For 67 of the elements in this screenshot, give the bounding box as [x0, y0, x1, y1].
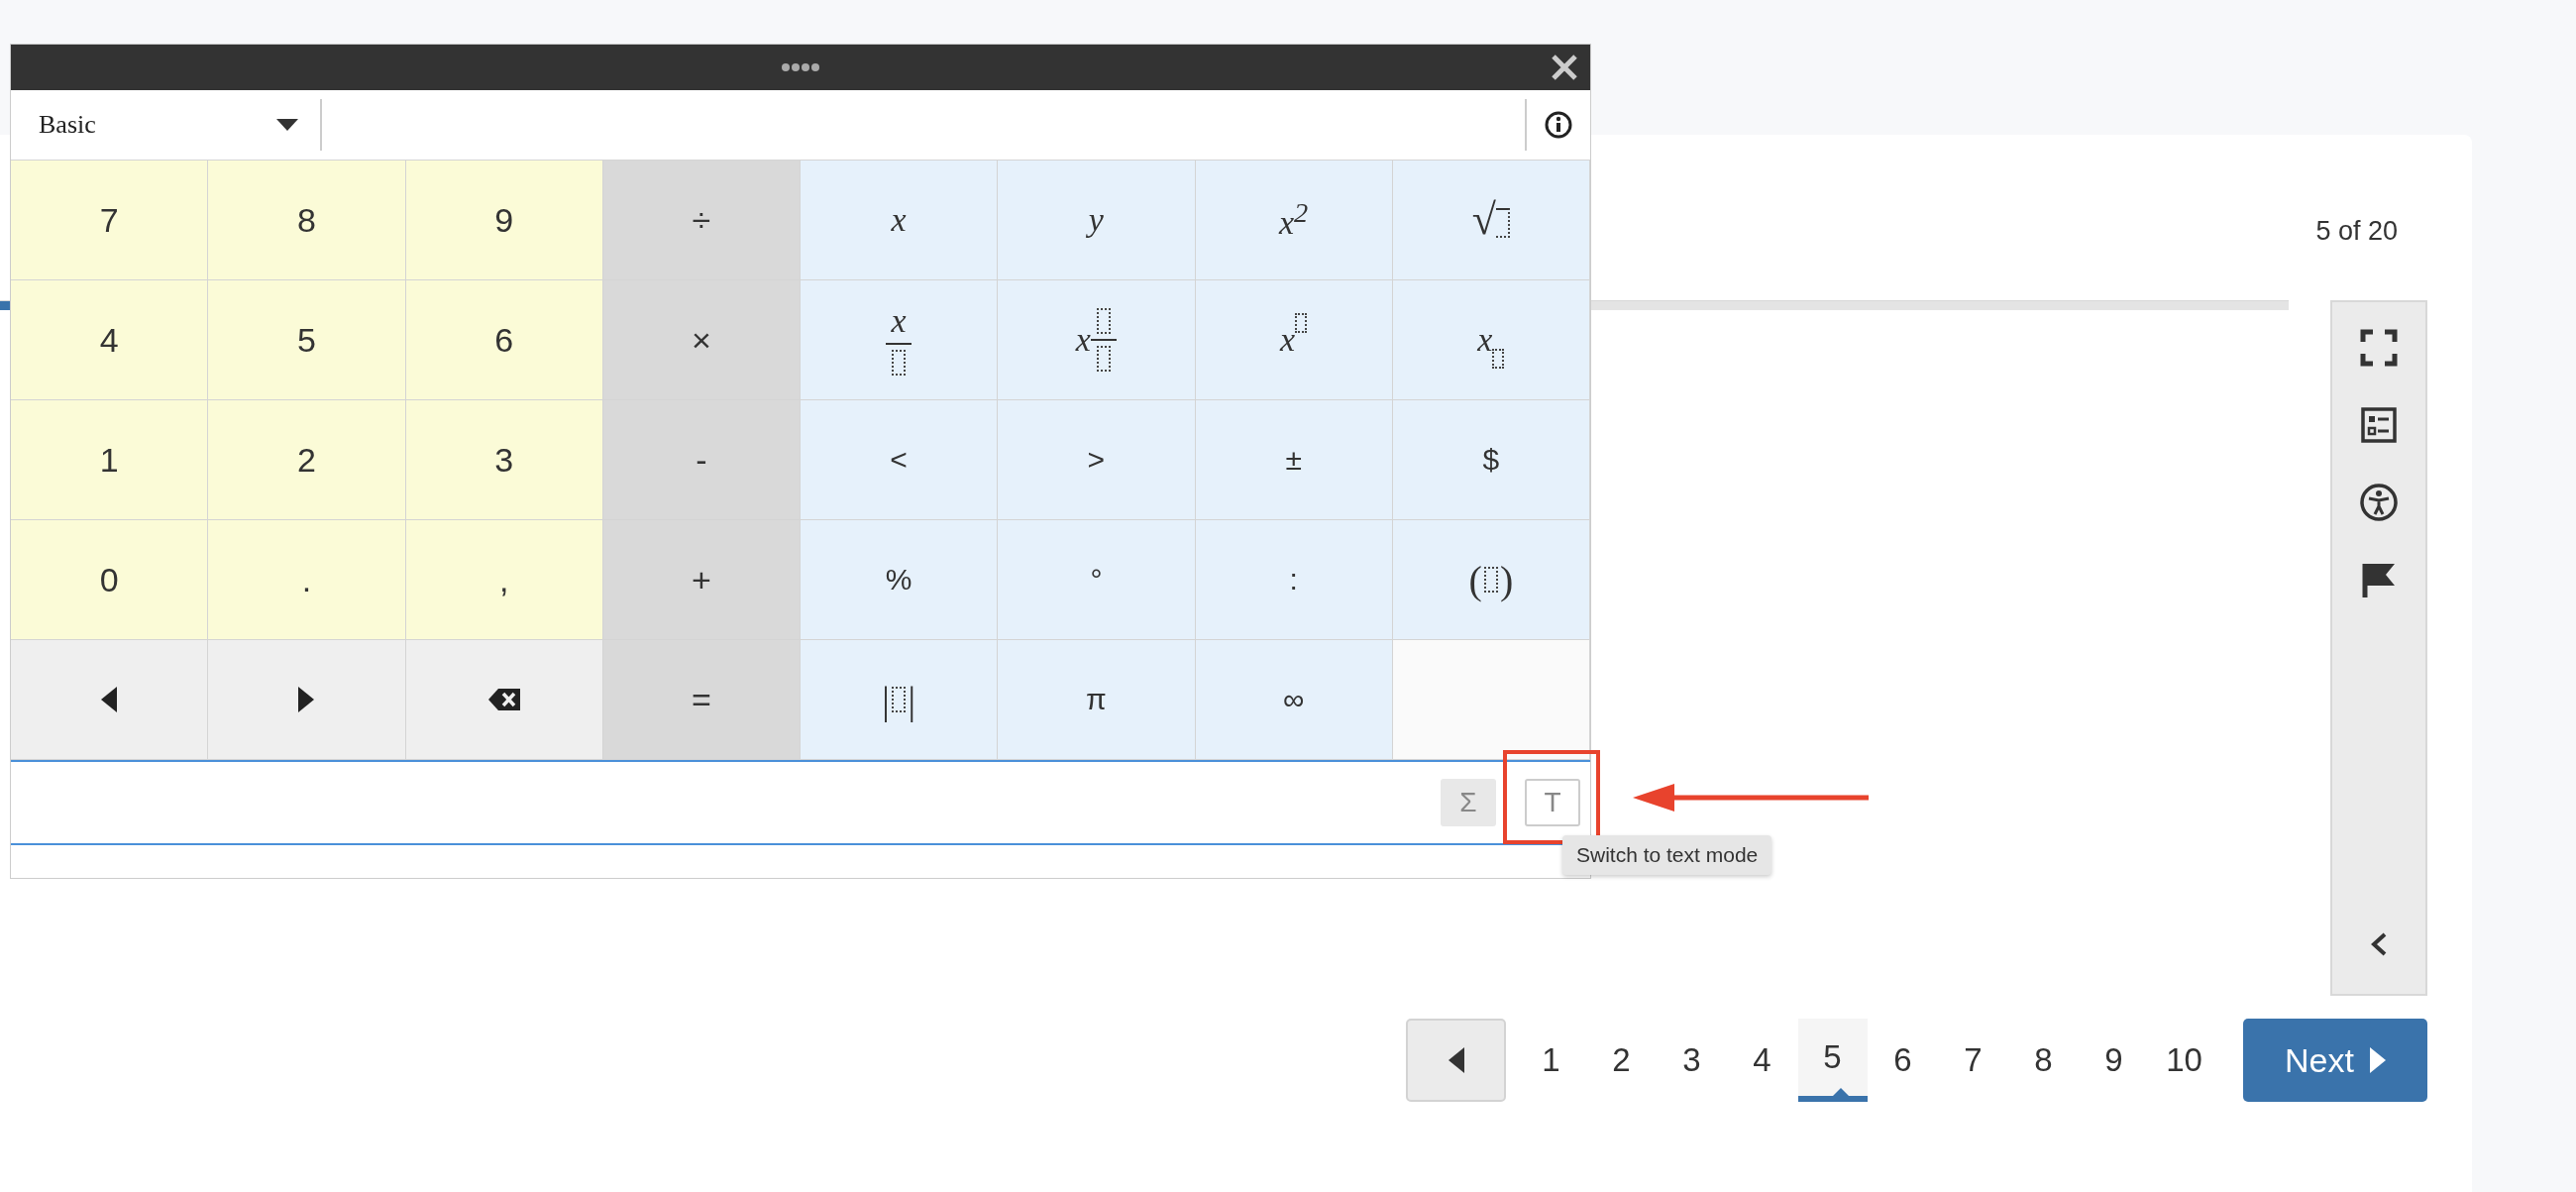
- page-link[interactable]: 4: [1727, 1019, 1797, 1102]
- backspace-icon: [487, 689, 520, 710]
- keypad-key[interactable]: 5: [208, 280, 406, 400]
- keypad-key[interactable]: π: [998, 640, 1196, 760]
- info-icon[interactable]: [1545, 111, 1572, 139]
- question-counter: 5 of 20: [2315, 215, 2398, 248]
- keypad-key[interactable]: -: [602, 400, 801, 520]
- keypad-key[interactable]: ∞: [1195, 640, 1393, 760]
- keypad-key[interactable]: x: [1195, 280, 1393, 400]
- keypad-key[interactable]: 4: [11, 280, 209, 400]
- page-link[interactable]: 7: [1938, 1019, 2008, 1102]
- caret-right-icon: [2367, 1045, 2386, 1075]
- keypad-key[interactable]: x: [998, 280, 1196, 400]
- keypad-key[interactable]: >: [998, 400, 1196, 520]
- keypad-key[interactable]: x$^{2}$: [1195, 161, 1393, 280]
- keypad-key[interactable]: ±: [1195, 400, 1393, 520]
- keypad-key[interactable]: 9: [405, 161, 603, 280]
- keypad-key[interactable]: 8: [208, 161, 406, 280]
- answer-input[interactable]: Σ T: [11, 760, 1590, 845]
- page-link[interactable]: 2: [1586, 1019, 1657, 1102]
- keypad-key[interactable]: 6: [405, 280, 603, 400]
- close-icon[interactable]: [1551, 54, 1578, 81]
- keypad-key[interactable]: °: [998, 520, 1196, 640]
- keypad-key[interactable]: =: [602, 640, 801, 760]
- keypad-key[interactable]: +: [602, 520, 801, 640]
- keypad-key[interactable]: %: [801, 520, 999, 640]
- page-link[interactable]: 5: [1797, 1019, 1868, 1102]
- drag-handle[interactable]: [11, 45, 1590, 90]
- caret-right-icon: [298, 687, 315, 712]
- keypad-key[interactable]: ,: [405, 520, 603, 640]
- page-link[interactable]: 6: [1868, 1019, 1938, 1102]
- keypad-key[interactable]: 0: [11, 520, 209, 640]
- keypad-key[interactable]: <: [801, 400, 999, 520]
- collapse-icon[interactable]: [2369, 931, 2389, 957]
- mode-toggle[interactable]: T: [1525, 779, 1580, 826]
- checklist-icon[interactable]: [2359, 405, 2399, 445]
- keypad-key[interactable]: x: [801, 280, 999, 400]
- keypad-key[interactable]: ×: [602, 280, 801, 400]
- keypad-key[interactable]: 7: [11, 161, 209, 280]
- keypad-key[interactable]: 3: [405, 400, 603, 520]
- caret-left-icon: [101, 687, 118, 712]
- caret-down-icon: [276, 119, 298, 131]
- arrow-icon: [1633, 783, 1871, 813]
- grip-icon: [781, 62, 820, 72]
- fullscreen-icon[interactable]: [2359, 328, 2399, 368]
- keypad-key[interactable]: $: [1392, 400, 1590, 520]
- page-link[interactable]: 1: [1516, 1019, 1586, 1102]
- keypad-key[interactable]: [405, 640, 603, 760]
- page-link[interactable]: 3: [1657, 1019, 1727, 1102]
- keypad-key[interactable]: ÷: [602, 161, 801, 280]
- keypad-key[interactable]: y: [998, 161, 1196, 280]
- previous-button[interactable]: [1406, 1019, 1506, 1102]
- next-button[interactable]: Next: [2243, 1019, 2427, 1102]
- accessibility-icon[interactable]: [2359, 483, 2399, 522]
- keypad-key[interactable]: .: [208, 520, 406, 640]
- keypad-key[interactable]: x: [1392, 280, 1590, 400]
- page-link[interactable]: 9: [2079, 1019, 2149, 1102]
- page-link[interactable]: 10: [2149, 1019, 2219, 1102]
- page-link[interactable]: 8: [2008, 1019, 2079, 1102]
- keypad-key[interactable]: | |: [801, 640, 999, 760]
- keypad-key[interactable]: √: [1392, 161, 1590, 280]
- keypad-key[interactable]: ( ): [1392, 520, 1590, 640]
- keypad-key[interactable]: x: [801, 161, 999, 280]
- keypad-key[interactable]: 1: [11, 400, 209, 520]
- keypad-key[interactable]: :: [1195, 520, 1393, 640]
- keypad-key[interactable]: 2: [208, 400, 406, 520]
- tooltip: Switch to text mode: [1562, 835, 1772, 875]
